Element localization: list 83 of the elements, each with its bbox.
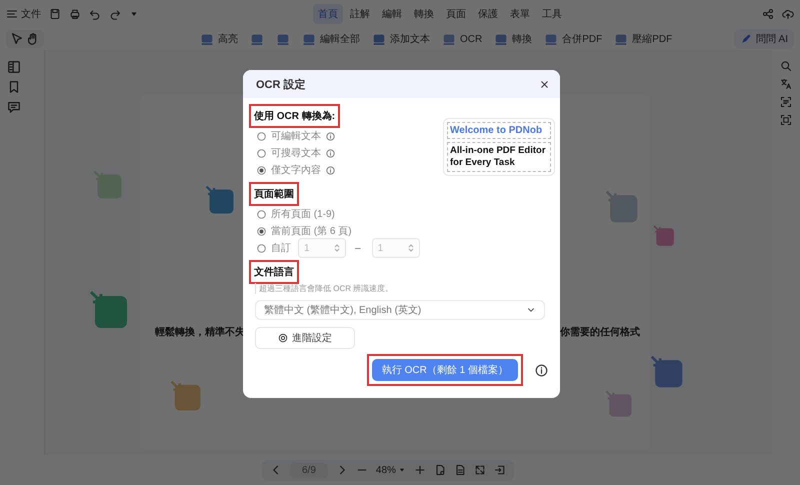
- upload-icon[interactable]: [782, 8, 794, 20]
- radio-label[interactable]: 可編輯文本: [271, 129, 321, 143]
- zoom-in-icon[interactable]: [414, 464, 426, 476]
- dialog-title: OCR 設定: [256, 78, 306, 92]
- tool-icon[interactable]: [250, 32, 264, 46]
- fullscreen-icon[interactable]: [474, 464, 486, 476]
- section-heading: 頁面範圍: [251, 184, 297, 204]
- menu-tab[interactable]: 轉換: [409, 4, 439, 24]
- bookmark-icon[interactable]: [7, 80, 21, 94]
- file-tile-icon: [170, 380, 202, 412]
- menu-tab[interactable]: 頁面: [441, 4, 471, 24]
- radio-label[interactable]: 可搜尋文本: [271, 146, 321, 160]
- search-icon[interactable]: [780, 60, 792, 72]
- range-separator: –: [355, 242, 361, 254]
- menu-tab[interactable]: 註解: [345, 4, 375, 24]
- file-tile-icon: [93, 170, 123, 200]
- tool-icon[interactable]: [494, 32, 508, 46]
- page-layout-icon[interactable]: [454, 464, 466, 476]
- tool-icon[interactable]: [372, 32, 386, 46]
- redo-icon[interactable]: [109, 8, 121, 20]
- share-icon[interactable]: [762, 8, 774, 20]
- promo-subtitle: All-in-one PDF Editor for Every Task: [447, 142, 551, 172]
- toolbar-button[interactable]: 轉換: [494, 32, 532, 46]
- radio-button[interactable]: [257, 210, 266, 218]
- page-number-field[interactable]: 6/9: [290, 462, 328, 478]
- radio-button[interactable]: [257, 226, 266, 236]
- section-heading: 使用 OCR 轉換為:: [251, 106, 338, 126]
- radio-label[interactable]: 當前頁面 (第 6 頁): [271, 224, 352, 238]
- tool-icon[interactable]: [200, 32, 214, 46]
- file-tile-icon: [650, 355, 684, 389]
- radio-button[interactable]: [257, 148, 266, 158]
- pointer-icon[interactable]: [10, 32, 24, 46]
- translate-icon[interactable]: [780, 78, 792, 90]
- file-tile-icon: [205, 185, 235, 215]
- panel-icon[interactable]: [7, 60, 21, 74]
- toolbar-button[interactable]: 高亮: [200, 32, 238, 46]
- menu-tab[interactable]: 保護: [473, 4, 503, 24]
- tool-icon[interactable]: [276, 32, 290, 46]
- hint-text: 超過三種語言會降低 OCR 辨識速度。: [255, 283, 548, 294]
- menu-tab[interactable]: 工具: [537, 4, 567, 24]
- toolbar-button[interactable]: 編輯全部: [302, 32, 360, 46]
- radio-button[interactable]: [257, 166, 266, 174]
- radio-button[interactable]: [257, 132, 266, 140]
- zoom-level[interactable]: 48%: [376, 464, 396, 476]
- advanced-settings-button[interactable]: 進階設定: [255, 327, 355, 349]
- file-tile-icon: [605, 190, 639, 224]
- close-icon[interactable]: [539, 78, 550, 90]
- print-icon[interactable]: [69, 8, 81, 20]
- menu-tab[interactable]: 編輯: [377, 4, 407, 24]
- tool-icon[interactable]: [614, 32, 628, 46]
- comment-icon[interactable]: [7, 100, 21, 114]
- tool-icon[interactable]: [442, 32, 456, 46]
- menu-icon[interactable]: [6, 8, 18, 20]
- scan-icon[interactable]: [780, 96, 792, 108]
- tool-icon[interactable]: [544, 32, 558, 46]
- file-tile-icon: [605, 390, 633, 418]
- view-mode-icon[interactable]: [434, 464, 446, 476]
- pen-icon: [740, 33, 752, 45]
- page-heading: 你需要的任何格式: [560, 326, 640, 339]
- radio-label[interactable]: 僅文字內容: [271, 163, 321, 177]
- section-heading: 文件語言: [251, 262, 297, 282]
- toolbar-button[interactable]: OCR: [442, 32, 482, 46]
- toolbar-button[interactable]: 添加文本: [372, 32, 430, 46]
- file-menu[interactable]: 文件: [21, 7, 41, 21]
- scan-frame-icon[interactable]: [780, 114, 792, 126]
- save-icon[interactable]: [49, 8, 61, 20]
- radio-label[interactable]: 所有頁面 (1-9): [271, 207, 335, 221]
- run-ocr-button[interactable]: 執行 OCR（剩餘 1 個檔案）: [372, 359, 518, 381]
- tool-icon[interactable]: [302, 32, 316, 46]
- toolbar-button[interactable]: 壓縮PDF: [614, 32, 672, 46]
- promo-title: Welcome to PDNob: [447, 122, 551, 139]
- info-icon[interactable]: [535, 364, 548, 376]
- language-dropdown[interactable]: 繁體中文 (繁體中文), English (英文): [255, 300, 545, 320]
- ai-button[interactable]: 問問 AI: [734, 29, 794, 49]
- exit-icon[interactable]: [494, 464, 506, 476]
- settings-icon: [278, 333, 288, 343]
- menu-tab[interactable]: 首頁: [313, 4, 343, 24]
- toolbar-button[interactable]: 合併PDF: [544, 32, 602, 46]
- file-tile-icon: [653, 225, 675, 247]
- file-tile-icon: [89, 290, 129, 330]
- caret-icon[interactable]: [398, 466, 406, 474]
- menu-tab[interactable]: 表單: [505, 4, 535, 24]
- undo-icon[interactable]: [89, 8, 101, 20]
